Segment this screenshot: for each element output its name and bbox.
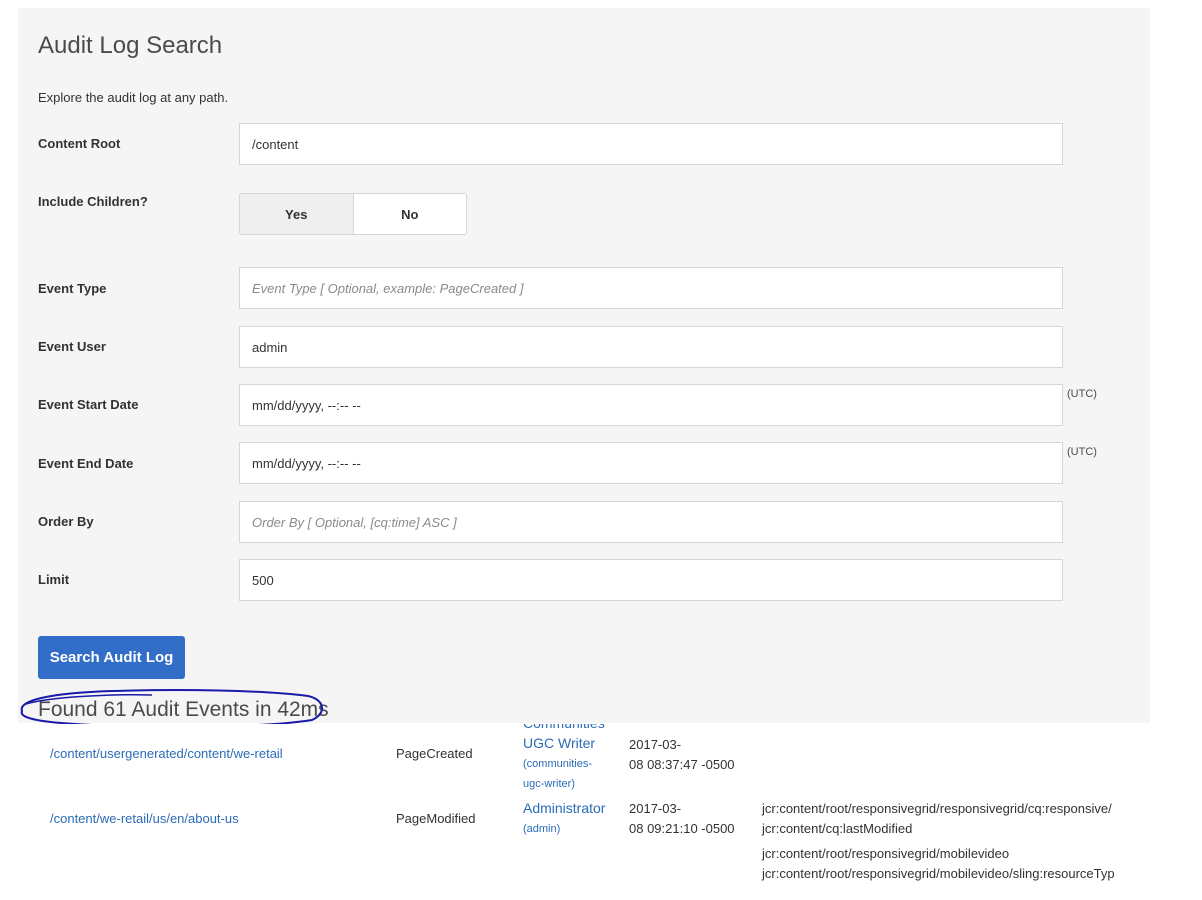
row-user-id-line1: (communities- [523,758,593,770]
limit-input[interactable] [239,559,1063,601]
page-title: Audit Log Search [38,32,223,59]
row-date-line2: 08 08:37:47 -0500 [629,757,735,772]
row-event-type: PageCreated [396,746,473,761]
row-date-line1: 2017-03- [629,737,682,752]
limit-label: Limit [38,572,70,587]
row-path-link[interactable]: /content/we-retail/us/en/about-us [50,810,239,828]
row-path-link[interactable]: /content/usergenerated/content/we-retail [50,745,283,763]
page-description: Explore the audit log at any path. [38,90,229,105]
content-root-input[interactable] [239,123,1063,165]
row-user-name-partial: Communities [523,724,605,733]
event-start-date-label: Event Start Date [38,397,139,412]
event-end-date-utc: (UTC) [1067,446,1097,458]
include-children-toggle: Yes No [239,193,467,235]
event-type-input[interactable] [239,267,1063,309]
include-children-yes-button[interactable]: Yes [240,194,354,234]
search-audit-log-button[interactable]: Search Audit Log [38,636,185,679]
content-root-label: Content Root [38,136,121,151]
event-user-input[interactable] [239,326,1063,368]
order-by-label: Order By [38,514,94,529]
row-event-type: PageModified [396,811,476,826]
row-user-id: (admin) [523,823,561,835]
event-end-date-input[interactable] [239,442,1063,484]
event-end-date-label: Event End Date [38,456,134,471]
event-type-label: Event Type [38,281,107,296]
order-by-input[interactable] [239,501,1063,543]
row-change-item: jcr:content/root/responsivegrid/mobilevi… [762,846,1010,861]
event-user-label: Event User [38,339,106,354]
include-children-label: Include Children? [38,194,148,209]
row-change-item: jcr:content/root/responsivegrid/responsi… [762,801,1112,816]
row-change-item: jcr:content/root/responsivegrid/mobilevi… [762,866,1115,881]
include-children-no-button[interactable]: No [353,194,466,234]
results-table: /content/usergenerated/content/we-retail… [38,724,1140,886]
row-date-line1: 2017-03- [629,801,682,816]
event-start-date-input[interactable] [239,384,1063,426]
row-user-name[interactable]: UGC Writer [523,734,595,753]
row-user-id-line2: ugc-writer) [523,778,575,790]
row-date-line2: 08 09:21:10 -0500 [629,821,735,836]
event-start-date-utc: (UTC) [1067,388,1097,400]
row-change-item: jcr:content/cq:lastModified [762,821,913,836]
row-user-name[interactable]: Administrator [523,799,605,818]
